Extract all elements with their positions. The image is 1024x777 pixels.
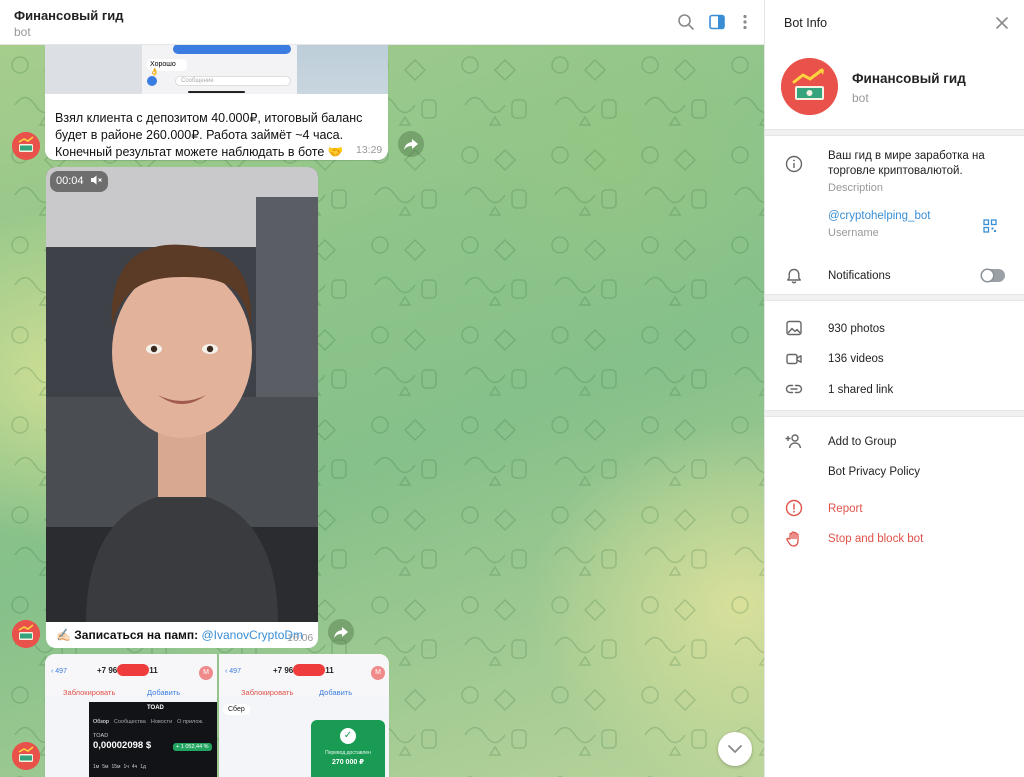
add-to-group-button[interactable]: Add to Group [828,435,896,450]
bot-username[interactable]: @cryptohelping_bot [828,209,930,224]
back-count: ‹ 497 [51,668,67,675]
stop-hand-icon [785,530,803,548]
add-label: Добавить [319,688,353,697]
bot-name: Финансовый гид [852,71,966,86]
text-message[interactable]: Хорошо 👌 Сообщение Взял клиента с депози… [45,30,388,160]
section-divider [765,294,1024,301]
video-icon [785,350,803,368]
forward-button[interactable] [328,619,354,645]
media-photos[interactable]: 930 photos [828,322,885,337]
video-frame [46,167,318,622]
close-icon[interactable] [994,15,1010,31]
bot-avatar[interactable] [12,742,40,770]
video-duration: 00:04 [50,171,108,192]
photo-icon [785,319,803,337]
scroll-down-button[interactable] [718,732,752,766]
section-divider [765,410,1024,417]
bank-amount: 270 000 ₽ [331,759,365,766]
chat-title[interactable]: Финансовый гид [14,8,124,23]
sidebar-toggle-icon[interactable] [708,13,726,31]
contact-avatar: M [199,666,213,680]
link-icon [785,380,803,398]
forward-button[interactable] [398,131,424,157]
price-change: + 1 052,44 % [173,743,212,751]
back-count: ‹ 497 [225,668,241,675]
bot-info-panel: Bot Info Финансовый гид bot Ваш гид в ми… [764,0,1024,777]
message-time: 13:29 [356,144,383,156]
bot-avatar[interactable] [12,132,40,160]
chat-header: Финансовый гид bot [0,0,764,45]
phone-number: +7 96 11 [273,664,334,676]
muted-speaker-icon[interactable] [90,174,102,189]
preview-input: Сообщение [175,76,291,86]
media-videos[interactable]: 136 videos [828,352,884,367]
report-icon [785,499,803,517]
username-label: Username [828,227,879,239]
sber-bubble: Сбер [223,704,250,715]
message-text: Взял клиента с депозитом 40.000₽, итогов… [55,111,363,159]
report-button[interactable]: Report [828,502,863,517]
stop-and-block-button[interactable]: Stop and block bot [828,532,923,547]
notifications-toggle[interactable] [981,269,1005,282]
check-icon: ✓ [340,728,356,744]
album-photo-left[interactable]: ‹ 497 +7 96 11 M Заблокировать Добавить T… [45,654,217,777]
description-label: Description [828,182,884,194]
info-icon [785,155,803,173]
crypto-app-screen: TOAD Обзор Сообщества Новости О прилож. TOA… [89,702,217,777]
notifications-label: Notifications [828,270,891,282]
add-user-icon [785,432,803,450]
media-links[interactable]: 1 shared link [828,383,893,398]
chat-subtitle: bot [14,25,31,39]
more-vertical-icon[interactable] [736,13,754,31]
panel-header: Bot Info [765,0,1024,45]
video-time: 16:06 [287,632,314,644]
bank-receipt: ✓ Перевод доставлен 270 000 ₽ [311,720,385,777]
video-caption: ✍🏻 Записаться на памп: @IvanovCryptoDm 1… [46,622,318,648]
block-label: Заблокировать [241,688,294,697]
block-label: Заблокировать [63,688,116,697]
chevron-down-icon [728,745,742,753]
bell-icon [785,267,803,285]
bot-status: bot [852,91,869,105]
add-label: Добавить [147,688,181,697]
caption-prefix: ✍🏻 Записаться на памп: [56,628,202,642]
album-photo-right[interactable]: ‹ 497 +7 96 11 M Заблокировать Добавить С… [219,654,389,777]
contact-avatar: M [371,666,385,680]
bot-avatar[interactable] [12,620,40,648]
video-message[interactable]: 00:04 [46,167,318,622]
bot-description: Ваш гид в мире заработка на торговле кри… [828,150,985,177]
privacy-policy-button[interactable]: Bot Privacy Policy [828,465,920,480]
qr-code-icon[interactable] [983,219,997,233]
preview-bubble: Хорошо 👌 [147,59,187,76]
phone-number: +7 96 11 [97,664,158,676]
section-divider [765,129,1024,136]
bot-avatar-large[interactable] [781,58,838,115]
token-price: 0,00002098 $ [93,740,152,751]
search-icon[interactable] [677,13,695,31]
menu-icon [147,76,157,86]
chat-area: Финансовый гид bot Хорошо 👌 Сообщение Вз… [0,0,764,777]
panel-title: Bot Info [784,16,828,30]
